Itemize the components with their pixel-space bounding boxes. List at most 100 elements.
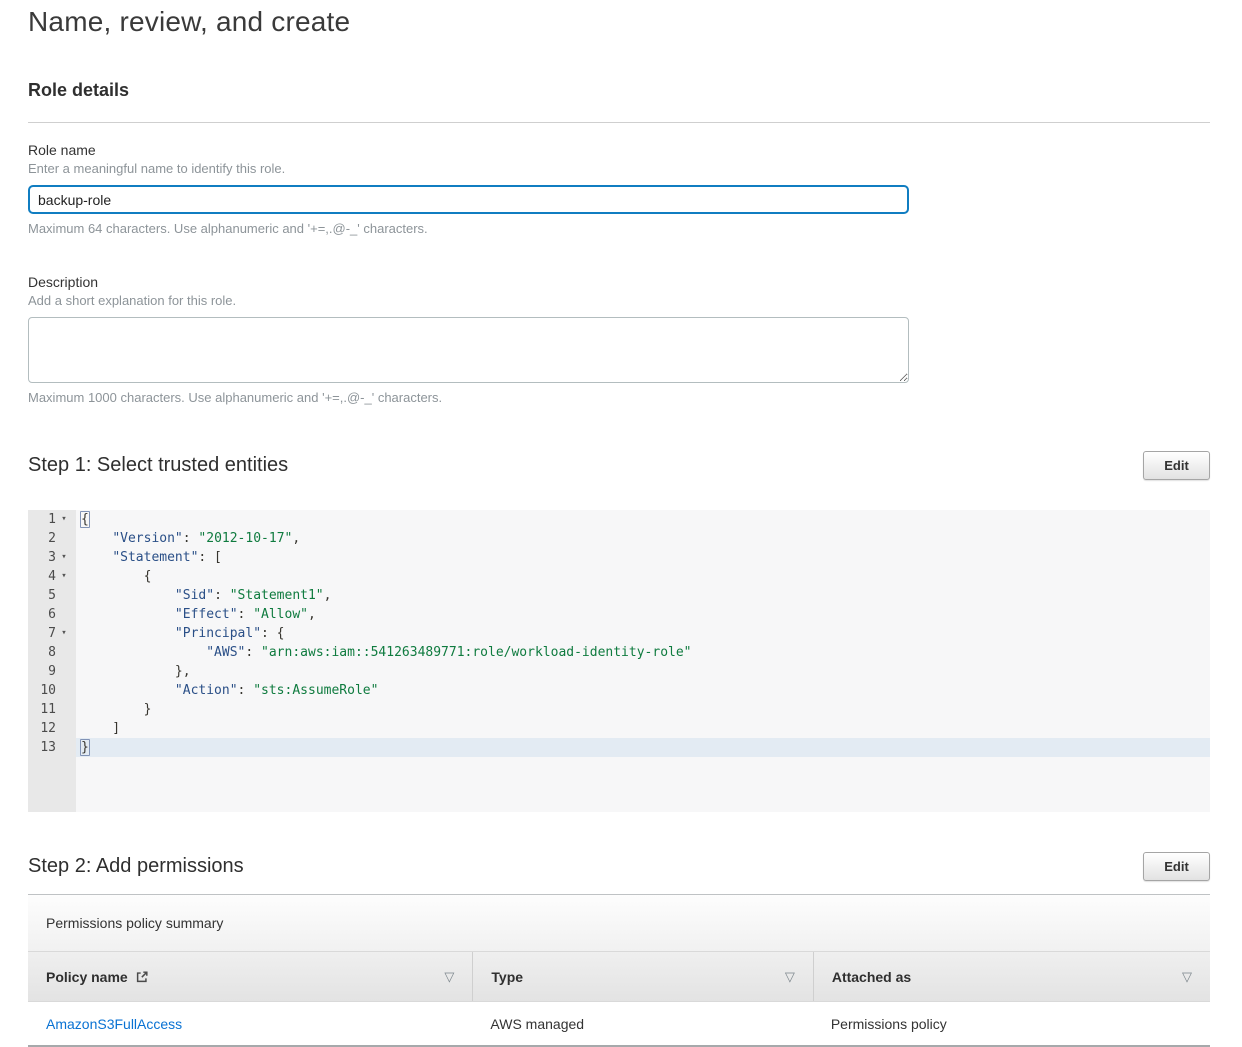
step2-edit-button[interactable]: Edit (1143, 852, 1210, 881)
description-hint: Add a short explanation for this role. (28, 293, 1210, 308)
json-punctuation (81, 607, 175, 622)
editor-code-line[interactable]: } (81, 700, 1210, 719)
editor-line-number: 5 (28, 586, 76, 605)
editor-line-number: 7▾ (28, 624, 76, 643)
fold-caret-icon[interactable]: ▾ (56, 510, 72, 529)
editor-code-line[interactable]: "Effect": "Allow", (81, 605, 1210, 624)
editor-code-line[interactable]: }, (81, 662, 1210, 681)
editor-line-number: 8 (28, 643, 76, 662)
json-punctuation (81, 626, 175, 641)
policy-name-link[interactable]: AmazonS3FullAccess (46, 1016, 182, 1032)
line-number: 2 (28, 529, 56, 548)
trust-policy-editor[interactable]: 1▾23▾4▾567▾8910111213 { "Version": "2012… (28, 510, 1210, 812)
column-header-policy-name: Policy name ▽ (28, 952, 472, 1001)
description-textarea[interactable] (28, 317, 909, 383)
editor-code[interactable]: { "Version": "2012-10-17", "Statement": … (76, 510, 1210, 812)
table-row: AmazonS3FullAccess AWS managedPermissions… (28, 1002, 1210, 1047)
column-label: Attached as (832, 969, 911, 985)
line-number: 9 (28, 662, 56, 681)
line-number: 7 (28, 624, 56, 643)
table-cell: AWS managed (472, 1002, 812, 1045)
editor-code-line[interactable]: "Version": "2012-10-17", (81, 529, 1210, 548)
column-header-attached-as: Attached as ▽ (813, 952, 1210, 1001)
json-key: "Sid" (175, 588, 214, 603)
line-number: 4 (28, 567, 56, 586)
step2-title: Step 2: Add permissions (28, 855, 244, 878)
editor-code-line[interactable]: { (81, 567, 1210, 586)
external-link-icon (135, 970, 149, 984)
line-number: 11 (28, 700, 56, 719)
editor-line-number: 4▾ (28, 567, 76, 586)
editor-line-number: 11 (28, 700, 76, 719)
fold-caret-icon[interactable]: ▾ (56, 624, 72, 643)
json-punctuation: , (292, 531, 300, 546)
json-punctuation: } (81, 702, 151, 717)
fold-caret-icon[interactable]: ▾ (56, 567, 72, 586)
line-number: 6 (28, 605, 56, 624)
json-punctuation (81, 531, 112, 546)
editor-code-line[interactable]: "Sid": "Statement1", (81, 586, 1210, 605)
policy-table-header: Policy name ▽ Type ▽ Attached as ▽ (28, 952, 1210, 1002)
editor-line-number: 2 (28, 529, 76, 548)
line-number: 3 (28, 548, 56, 567)
role-name-constraint: Maximum 64 characters. Use alphanumeric … (28, 221, 1210, 236)
editor-code-line[interactable]: { (81, 510, 1210, 529)
page-title: Name, review, and create (28, 6, 1210, 38)
editor-code-line[interactable]: ] (81, 719, 1210, 738)
policy-table-body: AmazonS3FullAccess AWS managedPermissions… (28, 1002, 1210, 1047)
section-divider (28, 122, 1210, 123)
json-key: "Action" (175, 683, 238, 698)
line-number: 8 (28, 643, 56, 662)
role-name-input[interactable] (28, 185, 909, 214)
json-punctuation: : (238, 607, 254, 622)
line-number: 10 (28, 681, 56, 700)
column-label: Type (491, 969, 523, 985)
json-punctuation: : (238, 683, 254, 698)
permissions-panel-title: Permissions policy summary (28, 895, 1210, 952)
json-punctuation: { (80, 511, 90, 528)
editor-line-number: 13 (28, 738, 76, 757)
editor-line-number: 10 (28, 681, 76, 700)
role-name-hint: Enter a meaningful name to identify this… (28, 161, 1210, 176)
json-string: "arn:aws:iam::541263489771:role/workload… (261, 645, 691, 660)
json-punctuation: : { (261, 626, 284, 641)
editor-code-line[interactable]: } (76, 738, 1210, 757)
step1-header-row: Step 1: Select trusted entities Edit (28, 451, 1210, 480)
editor-code-line[interactable]: "AWS": "arn:aws:iam::541263489771:role/w… (81, 643, 1210, 662)
json-key: "Statement" (112, 550, 198, 565)
step1-edit-button[interactable]: Edit (1143, 451, 1210, 480)
json-key: "Principal" (175, 626, 261, 641)
sort-filter-icon[interactable]: ▽ (444, 969, 454, 985)
description-constraint: Maximum 1000 characters. Use alphanumeri… (28, 390, 1210, 405)
editor-code-line[interactable]: "Statement": [ (81, 548, 1210, 567)
json-punctuation (81, 683, 175, 698)
editor-code-line[interactable]: "Action": "sts:AssumeRole" (81, 681, 1210, 700)
json-punctuation: : (214, 588, 230, 603)
line-number: 5 (28, 586, 56, 605)
sort-filter-icon[interactable]: ▽ (1182, 969, 1192, 985)
json-punctuation (81, 550, 112, 565)
line-number: 1 (28, 510, 56, 529)
editor-line-number: 9 (28, 662, 76, 681)
json-punctuation: ] (81, 721, 120, 736)
json-punctuation (81, 588, 175, 603)
page: Name, review, and create Role details Ro… (0, 0, 1242, 1047)
editor-code-line[interactable]: "Principal": { (81, 624, 1210, 643)
fold-caret-icon[interactable]: ▾ (56, 548, 72, 567)
line-number: 12 (28, 719, 56, 738)
role-details-heading: Role details (28, 80, 1210, 101)
editor-line-number: 3▾ (28, 548, 76, 567)
column-header-type: Type ▽ (472, 952, 812, 1001)
permissions-panel: Permissions policy summary Policy name▽T… (28, 894, 1210, 1047)
json-punctuation: : [ (198, 550, 221, 565)
column-label: Policy name (46, 969, 128, 985)
editor-gutter: 1▾23▾4▾567▾8910111213 (28, 510, 76, 812)
table-cell: Permissions policy (813, 1002, 1210, 1045)
json-key: "Effect" (175, 607, 238, 622)
json-key: "Version" (112, 531, 182, 546)
json-string: "Allow" (253, 607, 308, 622)
description-label: Description (28, 274, 1210, 290)
editor-line-number: 6 (28, 605, 76, 624)
sort-filter-icon[interactable]: ▽ (785, 969, 795, 985)
json-string: "2012-10-17" (198, 531, 292, 546)
